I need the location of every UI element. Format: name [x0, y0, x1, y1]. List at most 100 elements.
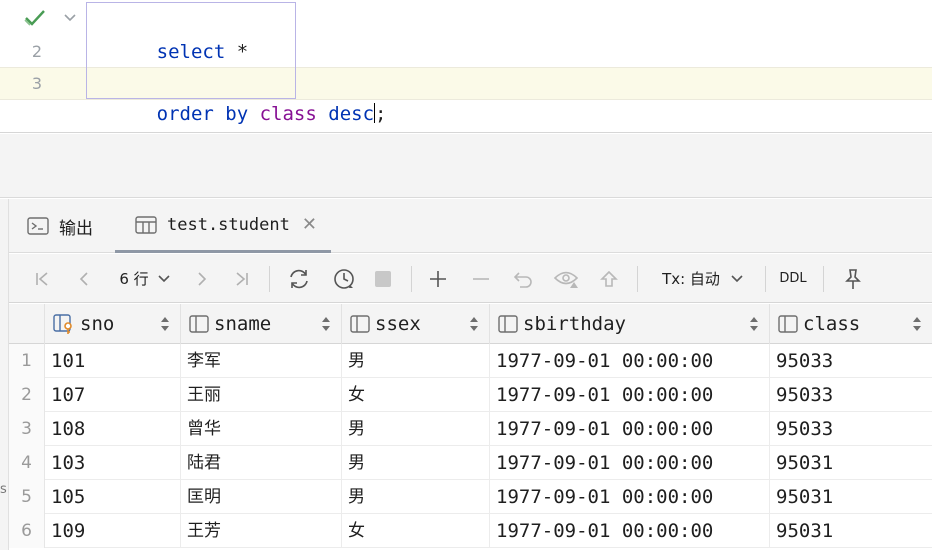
column-header-class[interactable]: class — [770, 304, 932, 344]
cell-ssex[interactable]: 男 — [342, 446, 490, 480]
cell-ssex[interactable]: 男 — [342, 412, 490, 446]
pin-button[interactable] — [839, 254, 867, 303]
tab-output[interactable]: 输出 — [27, 199, 93, 253]
column-header-sno[interactable]: sno — [45, 304, 181, 344]
eye-icon — [553, 271, 579, 288]
chevron-down-icon — [731, 274, 743, 282]
cell-ssex[interactable]: 女 — [342, 514, 490, 548]
cell-class[interactable]: 95033 — [770, 344, 932, 378]
cell-sbirthday[interactable]: 1977-09-01 00:00:00 — [490, 446, 770, 480]
column-header-ssex[interactable]: ssex — [342, 304, 490, 344]
toolbar-divider — [269, 266, 270, 292]
sort-icon[interactable] — [749, 316, 759, 332]
cell-sname[interactable]: 陆君 — [181, 446, 342, 480]
ddl-label: DDL — [779, 271, 807, 286]
cell-sbirthday[interactable]: 1977-09-01 00:00:00 — [490, 412, 770, 446]
transaction-mode-label: Tx: 自动 — [662, 270, 720, 288]
cell-sno[interactable]: 101 — [45, 344, 181, 378]
toolbar-divider — [765, 266, 766, 292]
cell-sbirthday[interactable]: 1977-09-01 00:00:00 — [490, 514, 770, 548]
history-button[interactable] — [329, 254, 359, 303]
ddl-button[interactable]: DDL — [775, 254, 811, 303]
editor-line[interactable]: 2 from student — [0, 35, 932, 95]
cell-class[interactable]: 95033 — [770, 378, 932, 412]
cell-class[interactable]: 95033 — [770, 412, 932, 446]
refresh-button[interactable] — [284, 254, 314, 303]
sort-icon[interactable] — [912, 316, 922, 332]
cell-sno[interactable]: 107 — [45, 378, 181, 412]
table-row[interactable]: 4 103 陆君 男 1977-09-01 00:00:00 95031 — [9, 446, 932, 480]
cell-sname[interactable]: 王芳 — [181, 514, 342, 548]
add-row-button[interactable] — [424, 254, 452, 303]
editor-line[interactable]: select * — [0, 3, 932, 63]
column-header-sbirthday[interactable]: sbirthday — [490, 304, 770, 344]
arrow-up-icon — [600, 270, 618, 287]
sort-icon[interactable] — [469, 316, 479, 332]
column-header-label: ssex — [375, 313, 421, 335]
chevron-down-icon — [158, 274, 170, 282]
tab-student-label: test.student — [167, 214, 290, 235]
row-number: 6 — [9, 514, 45, 548]
cell-sno[interactable]: 105 — [45, 480, 181, 514]
cell-class[interactable]: 95031 — [770, 514, 932, 548]
cell-sno[interactable]: 103 — [45, 446, 181, 480]
sort-icon[interactable] — [321, 316, 331, 332]
cell-ssex[interactable]: 男 — [342, 344, 490, 378]
cell-sname[interactable]: 曾华 — [181, 412, 342, 446]
transaction-mode-dropdown[interactable]: Tx: 自动 — [653, 254, 753, 303]
column-header-sname[interactable]: sname — [181, 304, 342, 344]
column-icon — [778, 315, 798, 333]
next-page-button[interactable] — [189, 254, 215, 303]
refresh-icon — [290, 269, 308, 288]
cell-sname[interactable]: 李军 — [181, 344, 342, 378]
results-tab-bar: 输出 test.student ✕ — [9, 199, 932, 253]
editor-empty-area — [0, 134, 932, 198]
table-row[interactable]: 6 109 王芳 女 1977-09-01 00:00:00 95031 — [9, 514, 932, 548]
clock-icon — [334, 268, 354, 289]
column-header-label: sno — [80, 313, 115, 335]
cell-class[interactable]: 95031 — [770, 480, 932, 514]
cell-sbirthday[interactable]: 1977-09-01 00:00:00 — [490, 378, 770, 412]
sql-editor[interactable]: select * 2 from student 3 order by class… — [0, 0, 932, 133]
editor-line-current[interactable]: 3 order by class desc; — [0, 67, 932, 125]
row-count-dropdown[interactable]: 6 行 — [113, 254, 177, 303]
sort-icon[interactable] — [160, 316, 170, 332]
table-row[interactable]: 1 101 李军 男 1977-09-01 00:00:00 95033 — [9, 344, 932, 378]
row-number: 1 — [9, 344, 45, 378]
grid-header: sno sname ssex sbirthday class — [9, 304, 932, 344]
cell-sbirthday[interactable]: 1977-09-01 00:00:00 — [490, 344, 770, 378]
first-page-button[interactable] — [29, 254, 55, 303]
plus-icon — [430, 270, 446, 287]
cell-sbirthday[interactable]: 1977-09-01 00:00:00 — [490, 480, 770, 514]
cell-sname[interactable]: 匡明 — [181, 480, 342, 514]
stop-button[interactable] — [369, 254, 397, 303]
prev-page-button[interactable] — [71, 254, 97, 303]
row-count-label: 6 行 — [119, 270, 149, 288]
last-page-button[interactable] — [229, 254, 255, 303]
cell-sno[interactable]: 108 — [45, 412, 181, 446]
cell-ssex[interactable]: 男 — [342, 480, 490, 514]
table-row[interactable]: 3 108 曾华 男 1977-09-01 00:00:00 95033 — [9, 412, 932, 446]
line-number: 3 — [31, 74, 42, 93]
preview-button[interactable] — [551, 254, 581, 303]
pin-icon — [845, 268, 861, 289]
row-number: 3 — [9, 412, 45, 446]
code-token: desc — [328, 103, 375, 125]
delete-row-button[interactable] — [467, 254, 495, 303]
cell-sname[interactable]: 王丽 — [181, 378, 342, 412]
column-header-label: sbirthday — [523, 313, 626, 335]
cell-ssex[interactable]: 女 — [342, 378, 490, 412]
table-row[interactable]: 5 105 匡明 男 1977-09-01 00:00:00 95031 — [9, 480, 932, 514]
table-row[interactable]: 2 107 王丽 女 1977-09-01 00:00:00 95033 — [9, 378, 932, 412]
submit-button[interactable] — [595, 254, 623, 303]
cell-sno[interactable]: 109 — [45, 514, 181, 548]
side-letter: s — [0, 482, 7, 497]
tab-test-student[interactable]: test.student ✕ — [115, 199, 331, 253]
cell-class[interactable]: 95031 — [770, 446, 932, 480]
row-number-header — [9, 304, 45, 344]
close-icon[interactable]: ✕ — [302, 214, 317, 235]
last-page-icon — [236, 271, 248, 286]
revert-button[interactable] — [509, 254, 537, 303]
